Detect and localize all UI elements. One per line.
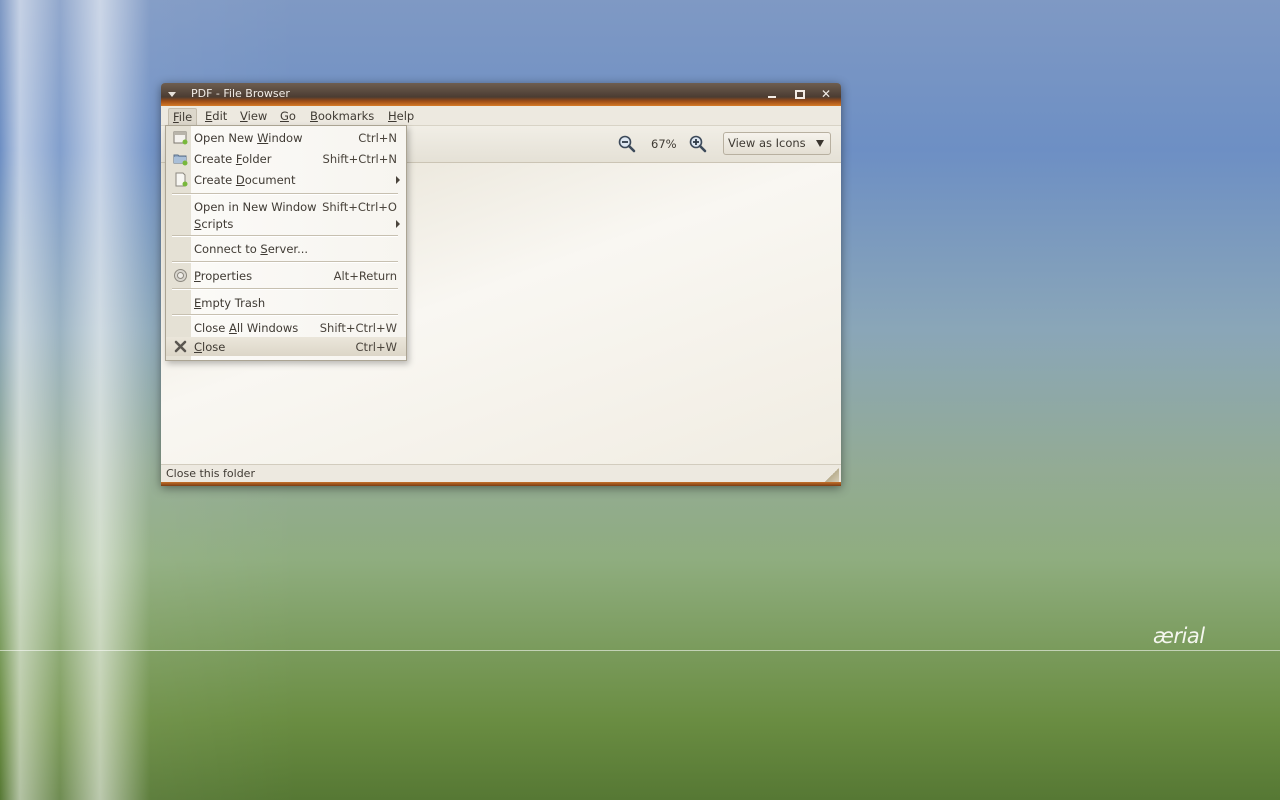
window-bottom-border (161, 482, 841, 486)
menu-separator (172, 235, 398, 237)
title-bar[interactable]: PDF - File Browser ✕ (161, 83, 841, 106)
horizon-line (0, 650, 1280, 651)
menu-separator (172, 193, 398, 195)
close-icon (173, 339, 188, 354)
view-mode-select[interactable]: View as Icons (723, 132, 831, 155)
menu-item-create-folder[interactable]: Create Folder Shift+Ctrl+N (166, 149, 406, 168)
menu-item-scripts[interactable]: Scripts (166, 214, 406, 233)
zoom-in-icon[interactable] (689, 135, 707, 153)
menu-view[interactable]: View (236, 108, 271, 124)
folder-icon (173, 151, 188, 166)
minimize-button[interactable] (765, 87, 779, 101)
menu-bookmarks[interactable]: Bookmarks (306, 108, 378, 124)
menu-item-connect-to-server[interactable]: Connect to Server... (166, 239, 406, 258)
window-menu-icon[interactable] (168, 92, 176, 97)
view-mode-label: View as Icons (728, 136, 806, 150)
menu-item-empty-trash[interactable]: Empty Trash (166, 293, 406, 312)
close-window-button[interactable]: ✕ (819, 87, 833, 101)
submenu-arrow-icon (396, 220, 400, 228)
document-icon (173, 172, 188, 187)
status-text: Close this folder (166, 467, 255, 480)
properties-icon (173, 268, 188, 283)
menu-item-properties[interactable]: Properties Alt+Return (166, 266, 406, 285)
menu-help[interactable]: Help (384, 108, 418, 124)
menu-go[interactable]: Go (276, 108, 300, 124)
new-window-icon (173, 130, 188, 145)
maximize-button[interactable] (792, 87, 806, 101)
zoom-level-label[interactable]: 67% (651, 137, 677, 151)
menu-item-close-all-windows[interactable]: Close All Windows Shift+Ctrl+W (166, 318, 406, 337)
wallpaper-brand: ærial (1153, 624, 1205, 648)
menu-separator (172, 314, 398, 316)
menu-bar: File Edit View Go Bookmarks Help (161, 106, 841, 126)
menu-item-close[interactable]: Close Ctrl+W (166, 337, 406, 356)
menu-separator (172, 288, 398, 290)
resize-grip-icon[interactable] (825, 468, 839, 482)
status-bar: Close this folder (161, 464, 841, 483)
window-title: PDF - File Browser (191, 87, 290, 100)
menu-edit[interactable]: Edit (201, 108, 231, 124)
zoom-out-icon[interactable] (618, 135, 636, 153)
submenu-arrow-icon (396, 176, 400, 184)
chevron-down-icon (816, 140, 824, 147)
file-menu-dropdown: Open New Window Ctrl+N Create Folder Shi… (165, 125, 407, 361)
menu-file[interactable]: File (168, 108, 198, 125)
menu-separator (172, 261, 398, 263)
menu-item-open-new-window[interactable]: Open New Window Ctrl+N (166, 128, 406, 147)
menu-item-create-document[interactable]: Create Document (166, 170, 406, 189)
